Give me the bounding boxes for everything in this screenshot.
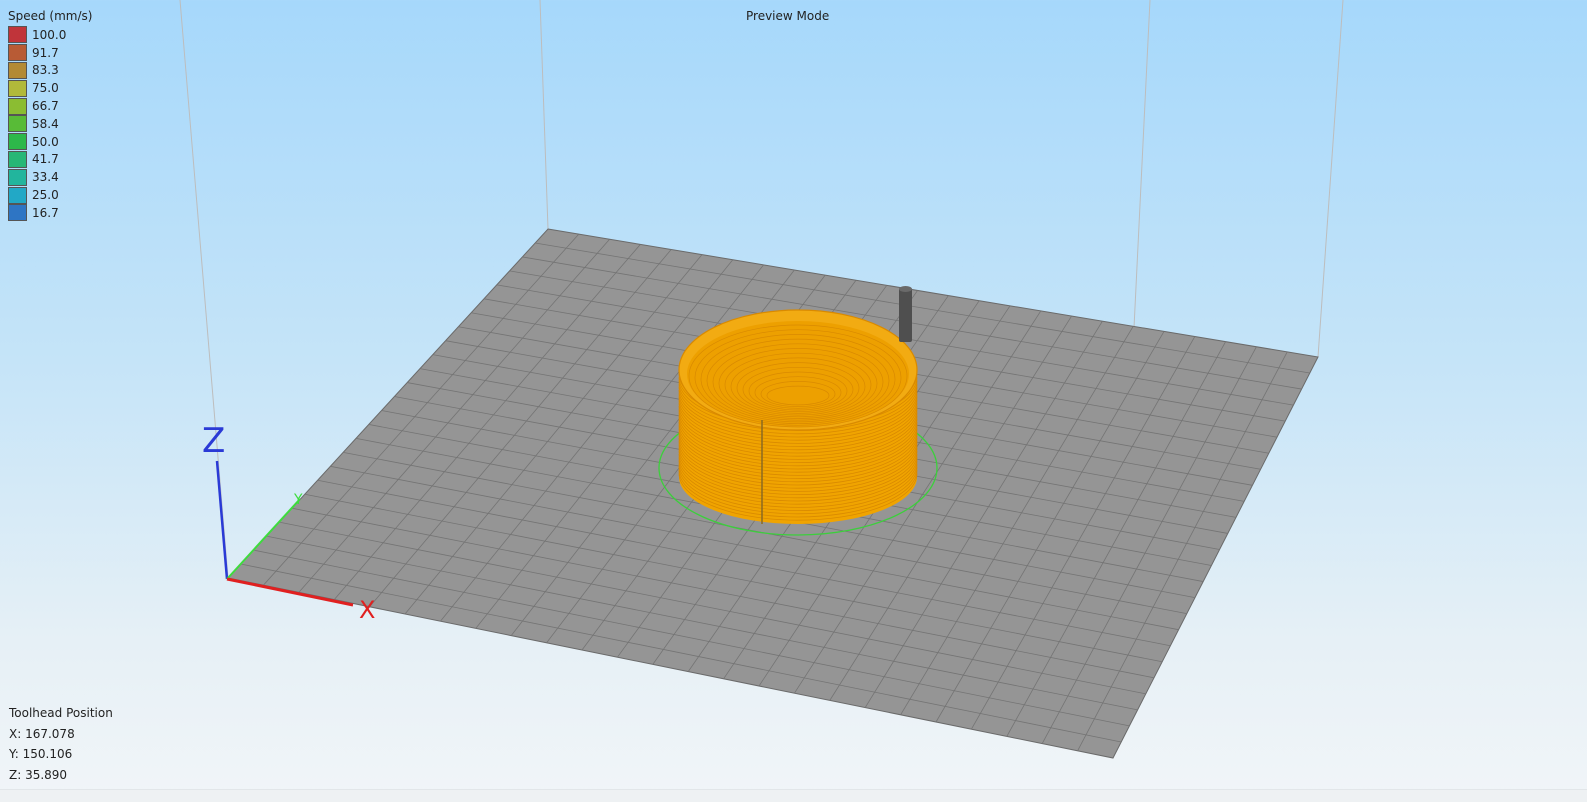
toolhead-y: Y: 150.106 bbox=[9, 747, 73, 762]
legend-swatch bbox=[8, 97, 27, 115]
legend-swatch bbox=[8, 44, 27, 62]
y-axis-label: Y bbox=[293, 492, 303, 508]
print-object bbox=[658, 309, 938, 536]
toolhead-position-panel: Toolhead Position X: 167.078 Y: 150.106 … bbox=[9, 703, 113, 786]
legend-value: 66.7 bbox=[32, 99, 59, 114]
nozzle-icon bbox=[899, 286, 912, 342]
z-axis-label: Z bbox=[202, 421, 225, 461]
legend-item: 41.7 bbox=[8, 150, 92, 169]
legend-swatch bbox=[8, 26, 27, 44]
legend-swatch bbox=[8, 79, 27, 97]
legend-value: 16.7 bbox=[32, 205, 59, 220]
preview-mode-title: Preview Mode bbox=[746, 9, 830, 23]
legend-item: 16.7 bbox=[8, 204, 92, 222]
legend-item: 25.0 bbox=[8, 186, 92, 204]
toolhead-x: X: 167.078 bbox=[9, 726, 75, 741]
legend-item: 33.4 bbox=[8, 168, 92, 186]
legend-value: 91.7 bbox=[32, 45, 59, 60]
legend-title: Speed (mm/s) bbox=[8, 9, 93, 23]
viewport-3d[interactable]: Z Y X bbox=[0, 0, 1587, 801]
legend-item: 66.7 bbox=[8, 97, 92, 115]
legend-item: 75.0 bbox=[8, 79, 92, 97]
legend-item: 91.7 bbox=[8, 44, 92, 62]
legend-swatch bbox=[8, 186, 27, 204]
toolhead-z: Z: 35.890 bbox=[9, 768, 68, 783]
speed-legend: Speed (mm/s) 100.0 91.7 83.3 75.0 66.7 58.4 50… bbox=[8, 9, 92, 222]
legend-swatch bbox=[8, 204, 27, 222]
legend-value: 25.0 bbox=[32, 188, 59, 203]
legend-value: 41.7 bbox=[32, 152, 59, 167]
legend-value: 50.0 bbox=[32, 134, 59, 149]
legend-value: 75.0 bbox=[32, 81, 59, 96]
legend-item: 83.3 bbox=[8, 61, 92, 80]
legend-item: 100.0 bbox=[8, 26, 92, 44]
legend-value: 33.4 bbox=[32, 170, 59, 185]
legend-swatch bbox=[8, 133, 27, 151]
legend-value: 100.0 bbox=[32, 27, 67, 42]
legend-swatch bbox=[8, 115, 27, 133]
legend-swatch bbox=[8, 150, 27, 168]
print-inner-wall bbox=[687, 321, 909, 427]
x-axis-label: X bbox=[359, 596, 375, 624]
legend-value: 83.3 bbox=[32, 63, 59, 78]
legend-item: 58.4 bbox=[8, 115, 92, 133]
legend-swatch bbox=[8, 168, 27, 186]
bottom-status-strip bbox=[0, 789, 1587, 802]
legend-item: 50.0 bbox=[8, 133, 92, 151]
legend-value: 58.4 bbox=[32, 116, 59, 131]
toolhead-title: Toolhead Position bbox=[9, 706, 113, 720]
legend-swatch bbox=[8, 61, 27, 79]
